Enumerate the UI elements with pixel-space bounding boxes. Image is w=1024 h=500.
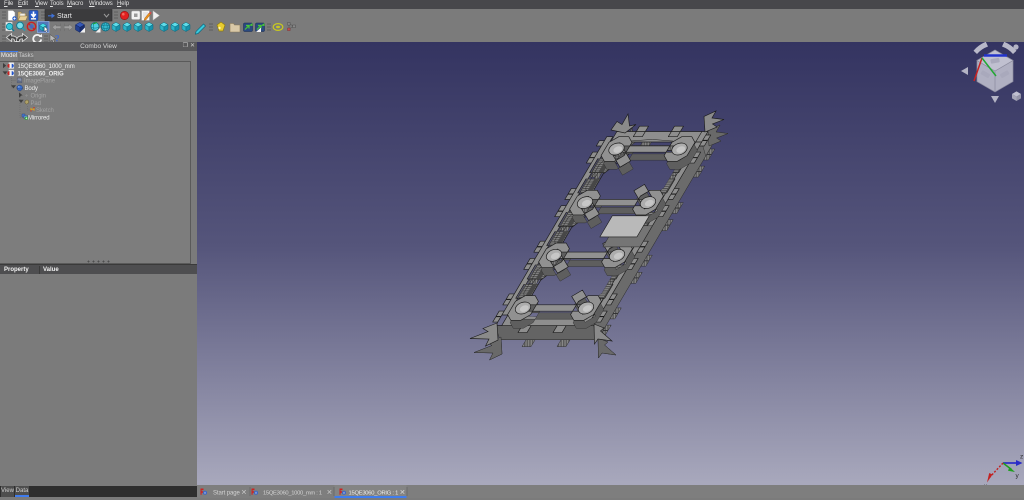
svg-text:15QE3060_1000_mm : 1: 15QE3060_1000_mm : 1 (263, 491, 322, 497)
svg-text:Mirrored: Mirrored (28, 116, 50, 122)
svg-text:15QE3060_ORIG : 1: 15QE3060_ORIG : 1 (349, 491, 399, 497)
svg-text:Body: Body (25, 86, 38, 92)
svg-text:✕: ✕ (327, 490, 333, 497)
svg-text:✕: ✕ (400, 490, 406, 497)
svg-text:✕: ✕ (241, 490, 247, 497)
svg-text:z: z (1020, 454, 1023, 461)
svg-text:15QE3060_1000_mm: 15QE3060_1000_mm (18, 64, 75, 70)
svg-text:Origin: Origin (31, 94, 46, 100)
svg-text:Start: Start (57, 13, 72, 20)
svg-text:ImagePlane: ImagePlane (24, 79, 56, 85)
svg-text:Sketch: Sketch (36, 108, 54, 114)
svg-text:15QE3060_ORIG: 15QE3060_ORIG (18, 71, 64, 77)
svg-text:Pad: Pad (31, 101, 41, 107)
svg-text:Start page: Start page (213, 491, 240, 497)
